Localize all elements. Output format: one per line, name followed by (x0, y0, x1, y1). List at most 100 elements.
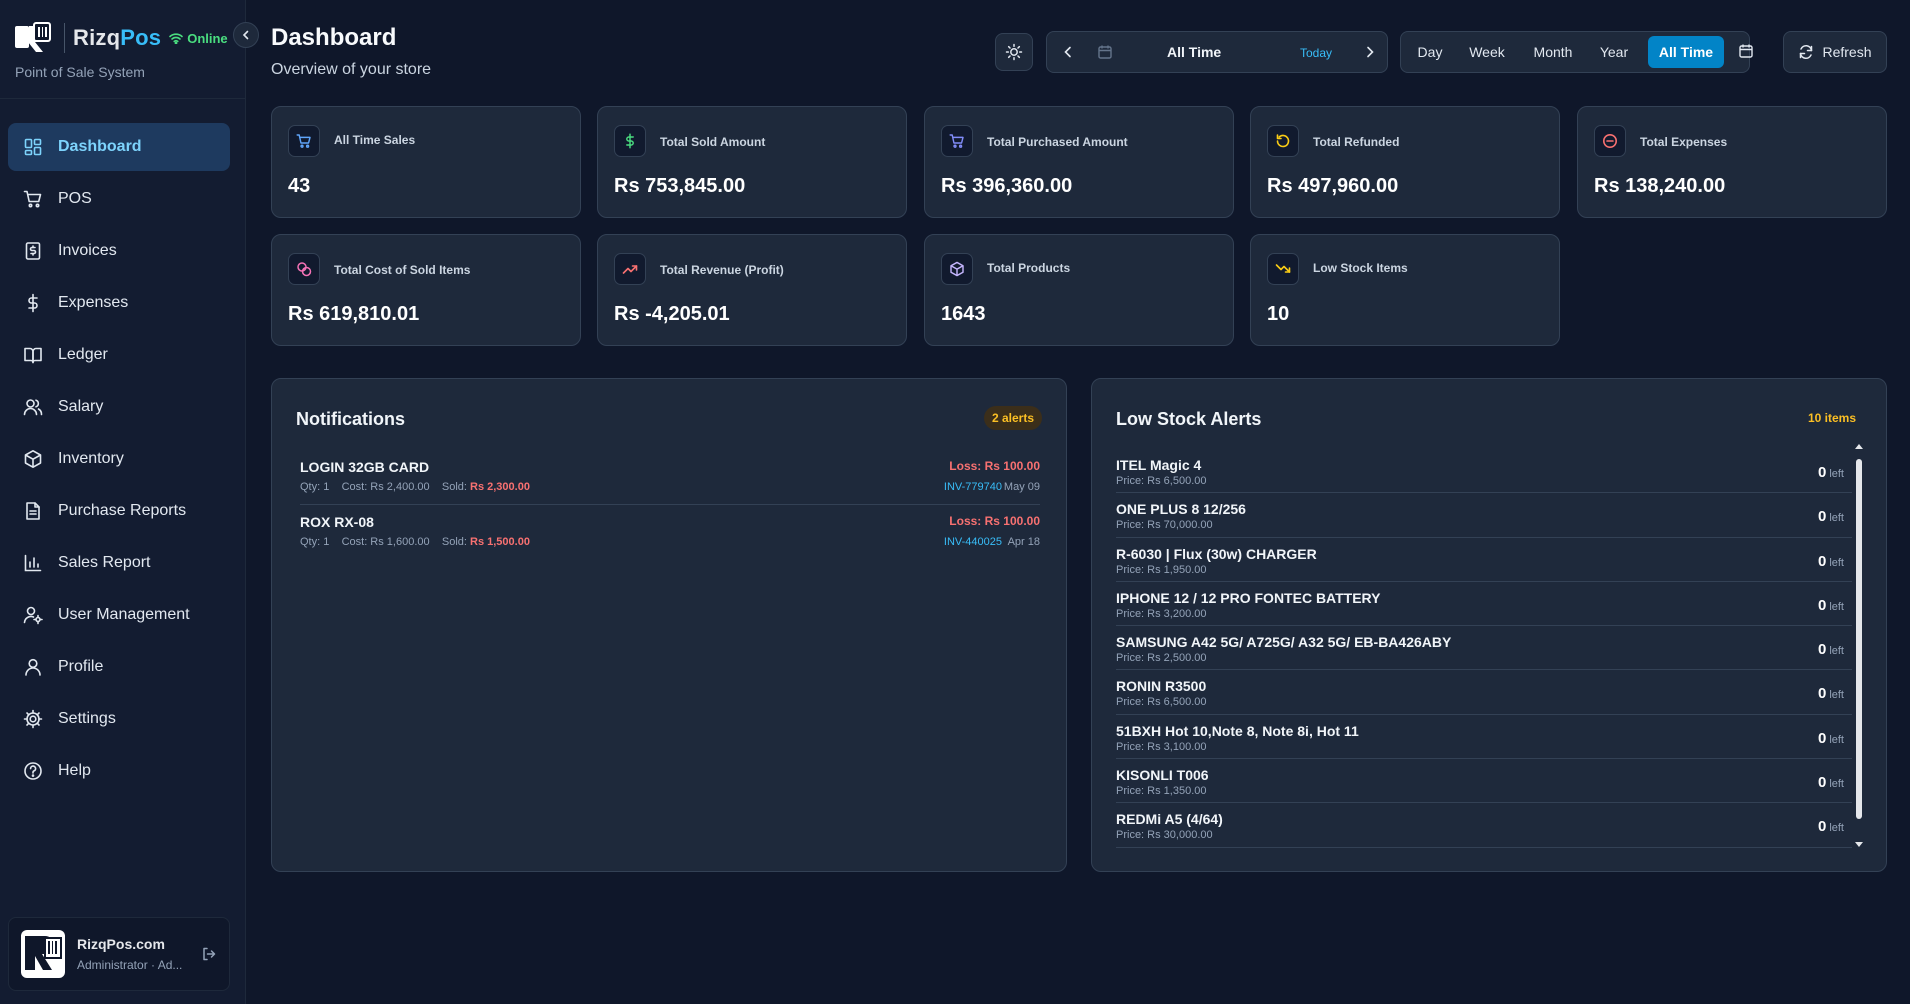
product-name: 51BXH Hot 10,Note 8, Note 8i, Hot 11 (1116, 722, 1359, 739)
low-stock-title: Low Stock Alerts (1116, 409, 1262, 429)
low-stock-row[interactable]: IPHONE 12 / 12 PRO FONTEC BATTERY Price:… (1116, 582, 1852, 627)
brand[interactable]: RizqPos Online (14, 20, 228, 56)
sidebar-nav: Dashboard POS Invoices Expenses Ledger S… (8, 123, 230, 799)
low-stock-row[interactable]: SAMSUNG A42 5G/ A725G/ A32 5G/ EB-BA426A… (1116, 626, 1852, 671)
stat-value: Rs 619,810.01 (288, 303, 420, 325)
cart-icon (23, 190, 42, 208)
sidebar-item-salary[interactable]: Salary (8, 383, 230, 431)
notification-item[interactable]: ROX RX-08 Qty: 1 Cost: Rs 1,600.00 Sold:… (300, 506, 1040, 560)
user-icon (25, 658, 41, 676)
product-name: KISONLI T006 (1116, 767, 1209, 784)
card-icon-wrap (1267, 125, 1299, 157)
scroll-up-arrow-icon[interactable] (1855, 444, 1863, 449)
stock-quantity: 0 left (1817, 596, 1844, 614)
card-icon-wrap (614, 125, 646, 157)
alerts-badge: 2 alerts (983, 406, 1042, 430)
date-range-selector: All Time Today (1046, 31, 1388, 73)
notifications-panel: Notifications 2 alerts LOGIN 32GB CARD Q… (271, 378, 1067, 872)
calendar-icon[interactable] (1738, 43, 1754, 59)
logout-icon[interactable] (201, 946, 217, 962)
low-stock-row[interactable]: ITEL Magic 4 Price: Rs 6,500.00 0 left (1116, 449, 1852, 494)
file-icon (26, 502, 40, 520)
sidebar-item-profile[interactable]: Profile (8, 643, 230, 691)
stat-title: Low Stock Items (1313, 261, 1408, 275)
card-icon-wrap (288, 253, 320, 285)
refund-icon (1276, 134, 1290, 148)
sidebar-item-label: Purchase Reports (58, 502, 187, 519)
period-year-button[interactable]: Year (1591, 36, 1637, 68)
sidebar-item-label: Settings (58, 710, 116, 727)
collapse-sidebar-button[interactable] (233, 22, 259, 48)
low-stock-scrollbar[interactable] (1855, 444, 1863, 849)
low-stock-count-badge: 10 items (1807, 411, 1856, 425)
low-stock-list[interactable]: ITEL Magic 4 Price: Rs 6,500.00 0 left ON… (1116, 449, 1852, 849)
sidebar-item-label: Invoices (58, 242, 117, 259)
product-price: Price: Rs 3,100.00 (1116, 740, 1207, 753)
sidebar-item-ledger[interactable]: Ledger (8, 331, 230, 379)
stat-title: Total Sold Amount (660, 135, 766, 149)
sidebar-item-label: Inventory (58, 450, 124, 467)
notification-date: May 09 (1003, 481, 1040, 493)
sidebar-item-user-management[interactable]: User Management (8, 591, 230, 639)
trend-down-icon (1275, 264, 1291, 273)
period-month-button[interactable]: Month (1521, 36, 1585, 68)
sidebar-item-label: Ledger (58, 346, 108, 363)
invoice-icon (25, 242, 41, 260)
sidebar-item-sales-report[interactable]: Sales Report (8, 539, 230, 587)
wifi-icon (169, 33, 184, 44)
stat-value: Rs 753,845.00 (614, 175, 746, 197)
notification-loss: Loss: Rs 100.00 (949, 459, 1040, 473)
chevron-left-icon[interactable] (1061, 45, 1075, 59)
notification-invoice-link[interactable]: INV-440025 (944, 536, 1002, 548)
low-stock-row[interactable]: REDMi A5 (4/64) Price: Rs 30,000.00 0 lef… (1116, 803, 1852, 848)
period-selector: Day Week Month Year All Time (1400, 31, 1753, 73)
stock-quantity: 0 left (1817, 818, 1844, 836)
period-all-time-button[interactable]: All Time (1648, 36, 1724, 68)
page-subtitle: Overview of your store (271, 61, 432, 78)
stock-quantity: 0 left (1817, 685, 1844, 703)
low-stock-row[interactable]: ONE PLUS 8 12/256 Price: Rs 70,000.00 0l… (1116, 493, 1852, 538)
theme-toggle-button[interactable] (995, 33, 1033, 71)
card-icon-wrap (941, 125, 973, 157)
low-stock-row[interactable]: RONIN R3500 Price: Rs 6,500.00 0 left (1116, 670, 1852, 715)
sidebar-item-label: Help (58, 762, 91, 779)
notification-invoice-link[interactable]: INV-779740 (944, 481, 1002, 493)
low-stock-row[interactable]: 51BXH Hot 10,Note 8, Note 8i, Hot 11 Pri… (1116, 715, 1852, 760)
period-week-button[interactable]: Week (1459, 36, 1515, 68)
sidebar-item-purchase-reports[interactable]: Purchase Reports (8, 487, 230, 535)
today-link[interactable]: Today (1300, 46, 1332, 60)
low-stock-row[interactable]: KISONLI T006 Price: Rs 1,350.00 0 left (1116, 759, 1852, 804)
stat-card-total-refunded: Total Refunded Rs 497,960.00 (1250, 106, 1560, 218)
date-range-label: All Time (1167, 44, 1222, 60)
product-name: ITEL Magic 4 (1116, 457, 1202, 473)
help-icon (24, 762, 42, 780)
product-name: ONE PLUS 8 12/256 (1116, 501, 1246, 518)
sidebar-item-pos[interactable]: POS (8, 175, 230, 223)
stat-card-low-stock-items: Low Stock Items 10 (1250, 234, 1560, 346)
sidebar-item-label: Profile (58, 658, 104, 675)
sidebar-item-expenses[interactable]: Expenses (8, 279, 230, 327)
sidebar-item-invoices[interactable]: Invoices (8, 227, 230, 275)
notification-product: LOGIN 32GB CARD (300, 459, 430, 475)
gear-icon (23, 709, 43, 729)
scrollbar-thumb[interactable] (1856, 459, 1862, 819)
chevron-left-icon (242, 30, 249, 40)
user-card[interactable]: RizqPos.com Administrator · Ad... (8, 917, 230, 991)
sidebar-item-dashboard[interactable]: Dashboard (8, 123, 230, 171)
stat-value: Rs -4,205.01 (614, 303, 730, 325)
sidebar-item-help[interactable]: Help (8, 747, 230, 795)
chevron-right-icon[interactable] (1363, 45, 1377, 59)
notification-item[interactable]: LOGIN 32GB CARD Qty: 1 Cost: Rs 2,400.00… (300, 451, 1040, 505)
stock-quantity: 0 left (1817, 774, 1844, 792)
user-meta: RizqPos.com Administrator · Ad... (77, 936, 201, 972)
scroll-down-arrow-icon[interactable] (1855, 842, 1863, 847)
sidebar-item-inventory[interactable]: Inventory (8, 435, 230, 483)
sidebar-item-settings[interactable]: Settings (8, 695, 230, 743)
card-icon-wrap (941, 253, 973, 285)
brand-tagline: Point of Sale System (15, 64, 145, 80)
low-stock-row[interactable]: R-6030 | Flux (30w) CHARGER Price: Rs 1,… (1116, 538, 1852, 582)
dollar-icon (28, 293, 38, 313)
period-day-button[interactable]: Day (1407, 36, 1453, 68)
stat-card-total-purchased-amount: Total Purchased Amount Rs 396,360.00 (924, 106, 1234, 218)
refresh-button[interactable]: Refresh (1783, 31, 1887, 73)
